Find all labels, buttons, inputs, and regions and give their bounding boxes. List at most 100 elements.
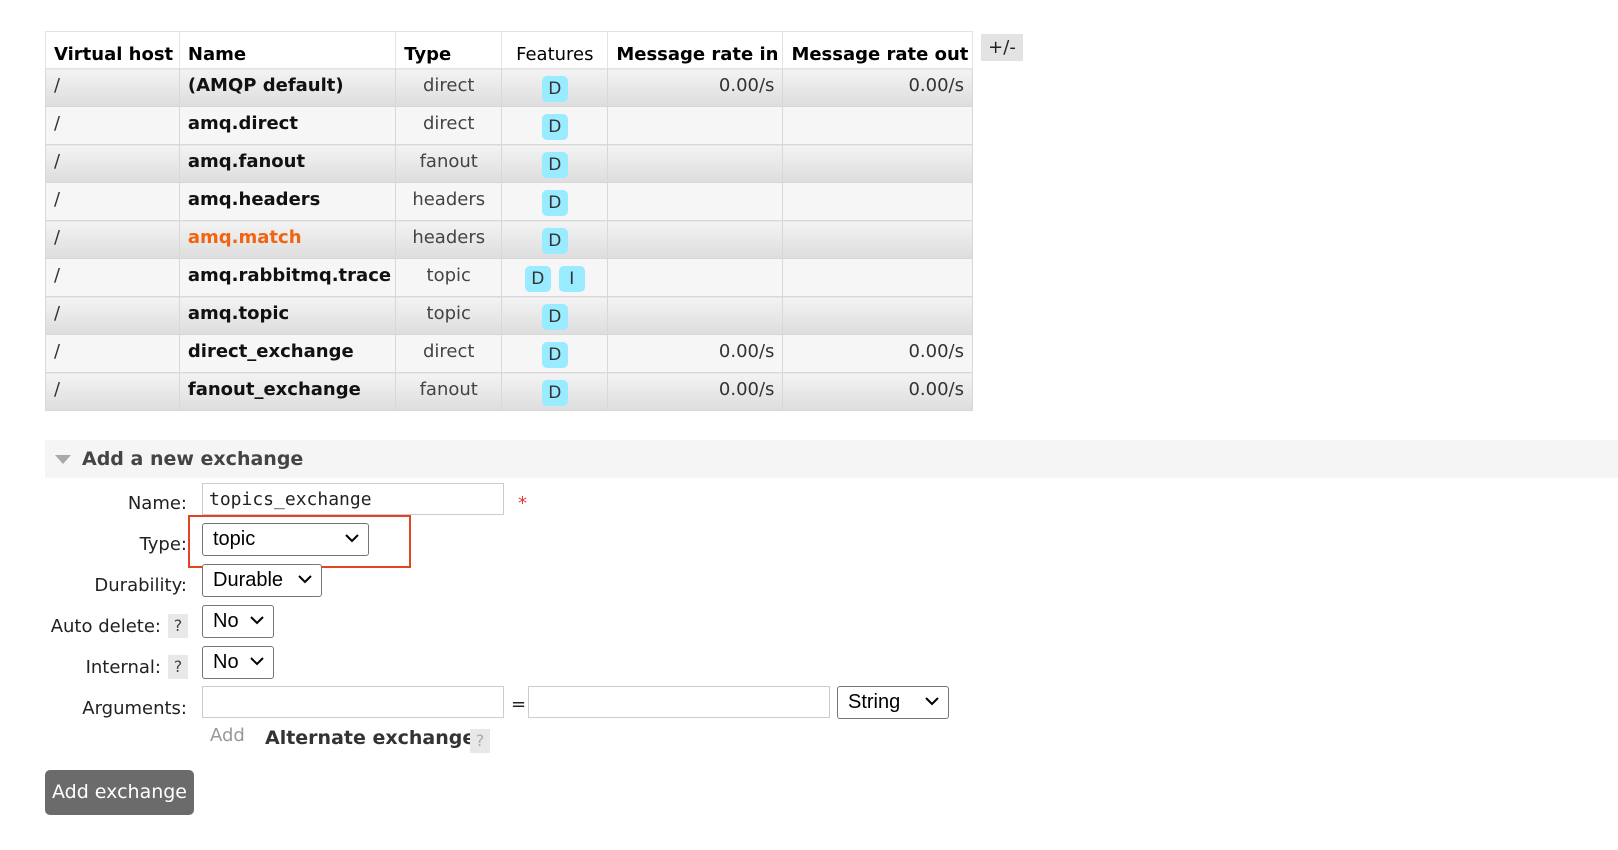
exchange-type-cell: topic bbox=[395, 258, 503, 297]
rate-in-cell bbox=[607, 144, 784, 183]
durability-select[interactable]: Durable bbox=[202, 564, 322, 597]
durable-badge: D bbox=[541, 152, 568, 178]
add-argument-link[interactable]: Add bbox=[210, 725, 245, 746]
add-exchange-section-header[interactable]: Add a new exchange bbox=[45, 440, 1618, 478]
collapse-triangle-icon bbox=[55, 455, 71, 464]
features-cell: D bbox=[501, 372, 609, 411]
virtual-host-cell: / bbox=[45, 182, 180, 221]
virtual-host-cell: / bbox=[45, 144, 180, 183]
table-row: / amq.headers headers D bbox=[45, 182, 973, 221]
exchange-type-cell: topic bbox=[395, 296, 503, 335]
rate-out-cell bbox=[782, 258, 973, 297]
durable-badge: D bbox=[541, 342, 568, 368]
durable-badge: D bbox=[541, 76, 568, 102]
col-header-type[interactable]: Type bbox=[395, 31, 503, 69]
rate-out-cell: 0.00/s bbox=[782, 334, 973, 373]
exchange-name-link[interactable]: amq.direct bbox=[178, 106, 397, 145]
virtual-host-cell: / bbox=[45, 258, 180, 297]
features-cell: D bbox=[501, 182, 609, 221]
virtual-host-cell: / bbox=[45, 68, 180, 107]
exchange-type-cell: headers bbox=[395, 220, 503, 259]
features-cell: D bbox=[501, 144, 609, 183]
features-cell: D bbox=[501, 106, 609, 145]
exchange-name-link[interactable]: amq.fanout bbox=[178, 144, 397, 183]
name-label: Name: bbox=[127, 493, 187, 514]
features-cell: DI bbox=[501, 258, 609, 297]
argument-type-select[interactable]: String bbox=[837, 686, 949, 719]
rate-in-cell bbox=[607, 258, 784, 297]
durable-badge: D bbox=[524, 266, 551, 292]
features-cell: D bbox=[501, 334, 609, 373]
internal-badge: I bbox=[558, 266, 585, 292]
auto-delete-select[interactable]: No bbox=[202, 605, 274, 638]
rate-out-cell bbox=[782, 106, 973, 145]
durable-badge: D bbox=[541, 190, 568, 216]
table-row: / direct_exchange direct D 0.00/s 0.00/s bbox=[45, 334, 973, 373]
exchange-type-cell: fanout bbox=[395, 144, 503, 183]
virtual-host-cell: / bbox=[45, 334, 180, 373]
exchange-type-cell: direct bbox=[395, 68, 503, 107]
exchange-type-cell: direct bbox=[395, 334, 503, 373]
section-title: Add a new exchange bbox=[82, 448, 304, 470]
rate-out-cell bbox=[782, 182, 973, 221]
exchange-name-link[interactable]: (AMQP default) bbox=[178, 68, 397, 107]
durability-select-value: Durable bbox=[213, 569, 284, 591]
internal-help-icon[interactable]: ? bbox=[168, 655, 188, 679]
table-row: / (AMQP default) direct D 0.00/s 0.00/s bbox=[45, 68, 973, 107]
table-row: / amq.fanout fanout D bbox=[45, 144, 973, 183]
chevron-down-icon bbox=[250, 616, 264, 625]
durability-label: Durability: bbox=[94, 575, 187, 596]
col-header-name[interactable]: Name bbox=[178, 31, 397, 69]
table-row: / amq.rabbitmq.trace topic D I bbox=[45, 258, 973, 297]
rate-out-cell bbox=[782, 144, 973, 183]
virtual-host-cell: / bbox=[45, 296, 180, 335]
exchange-type-cell: fanout bbox=[395, 372, 503, 411]
columns-toggle-button[interactable]: +/- bbox=[981, 34, 1023, 61]
col-header-rate-in[interactable]: Message rate in bbox=[607, 31, 784, 69]
table-row: / amq.direct direct D bbox=[45, 106, 973, 145]
alternate-exchange-link[interactable]: Alternate exchange bbox=[265, 727, 475, 749]
exchange-name-field[interactable] bbox=[202, 483, 504, 515]
virtual-host-cell: / bbox=[45, 106, 180, 145]
highlight-annotation-box bbox=[188, 515, 411, 568]
virtual-host-cell: / bbox=[45, 220, 180, 259]
rate-out-cell: 0.00/s bbox=[782, 372, 973, 411]
durable-badge: D bbox=[541, 228, 568, 254]
auto-delete-label: Auto delete: bbox=[50, 616, 161, 637]
exchange-type-cell: headers bbox=[395, 182, 503, 221]
exchanges-table: Virtual host Name Type Features Message … bbox=[45, 31, 973, 411]
chevron-down-icon bbox=[925, 697, 939, 706]
internal-select[interactable]: No bbox=[202, 646, 274, 679]
exchange-name-link[interactable]: fanout_exchange bbox=[178, 372, 397, 411]
durable-badge: D bbox=[541, 114, 568, 140]
exchange-name-link[interactable]: amq.rabbitmq.trace bbox=[178, 258, 397, 297]
table-row: / fanout_exchange fanout D 0.00/s 0.00/s bbox=[45, 372, 973, 411]
chevron-down-icon bbox=[250, 657, 264, 666]
argument-key-field[interactable] bbox=[202, 686, 504, 718]
durable-badge: D bbox=[541, 380, 568, 406]
rate-out-cell bbox=[782, 220, 973, 259]
required-mark: * bbox=[518, 493, 527, 514]
add-exchange-button[interactable]: Add exchange bbox=[45, 770, 194, 815]
auto-delete-help-icon[interactable]: ? bbox=[168, 614, 188, 638]
col-header-virtual-host[interactable]: Virtual host bbox=[45, 31, 180, 69]
rate-in-cell: 0.00/s bbox=[607, 68, 784, 107]
rate-in-cell bbox=[607, 182, 784, 221]
rate-in-cell bbox=[607, 106, 784, 145]
internal-label: Internal: bbox=[85, 657, 161, 678]
argument-value-field[interactable] bbox=[528, 686, 830, 718]
rate-in-cell: 0.00/s bbox=[607, 372, 784, 411]
features-cell: D bbox=[501, 68, 609, 107]
argument-equals-sign: = bbox=[511, 694, 527, 715]
virtual-host-cell: / bbox=[45, 372, 180, 411]
exchange-name-link[interactable]: amq.match bbox=[178, 220, 397, 259]
exchange-name-link[interactable]: amq.topic bbox=[178, 296, 397, 335]
auto-delete-select-value: No bbox=[213, 610, 239, 632]
exchange-name-link[interactable]: direct_exchange bbox=[178, 334, 397, 373]
rate-in-cell: 0.00/s bbox=[607, 334, 784, 373]
exchange-name-link[interactable]: amq.headers bbox=[178, 182, 397, 221]
chevron-down-icon bbox=[298, 575, 312, 584]
argument-type-select-value: String bbox=[848, 691, 901, 713]
alternate-exchange-help-icon[interactable]: ? bbox=[470, 729, 490, 753]
col-header-rate-out[interactable]: Message rate out bbox=[782, 31, 973, 69]
